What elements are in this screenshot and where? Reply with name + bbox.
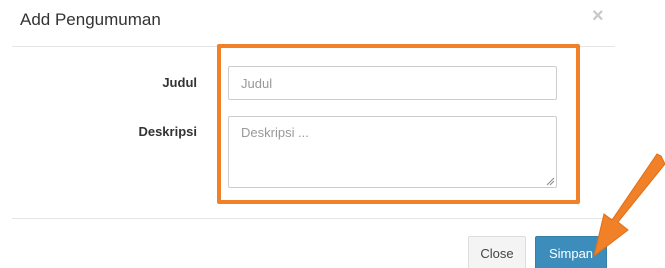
deskripsi-label: Deskripsi xyxy=(138,124,197,139)
judul-input[interactable] xyxy=(228,66,557,100)
judul-label: Judul xyxy=(162,75,197,90)
footer-divider xyxy=(12,218,615,219)
deskripsi-textarea[interactable] xyxy=(228,116,557,188)
resize-handle-icon[interactable] xyxy=(546,177,555,186)
close-button[interactable]: Close xyxy=(468,236,526,268)
arrow-icon xyxy=(593,153,665,258)
modal-header: Add Pengumuman × xyxy=(0,0,665,46)
close-icon[interactable]: × xyxy=(592,6,604,26)
add-pengumuman-modal: Add Pengumuman × Judul Deskripsi Close S… xyxy=(0,0,665,268)
modal-title: Add Pengumuman xyxy=(20,10,161,29)
